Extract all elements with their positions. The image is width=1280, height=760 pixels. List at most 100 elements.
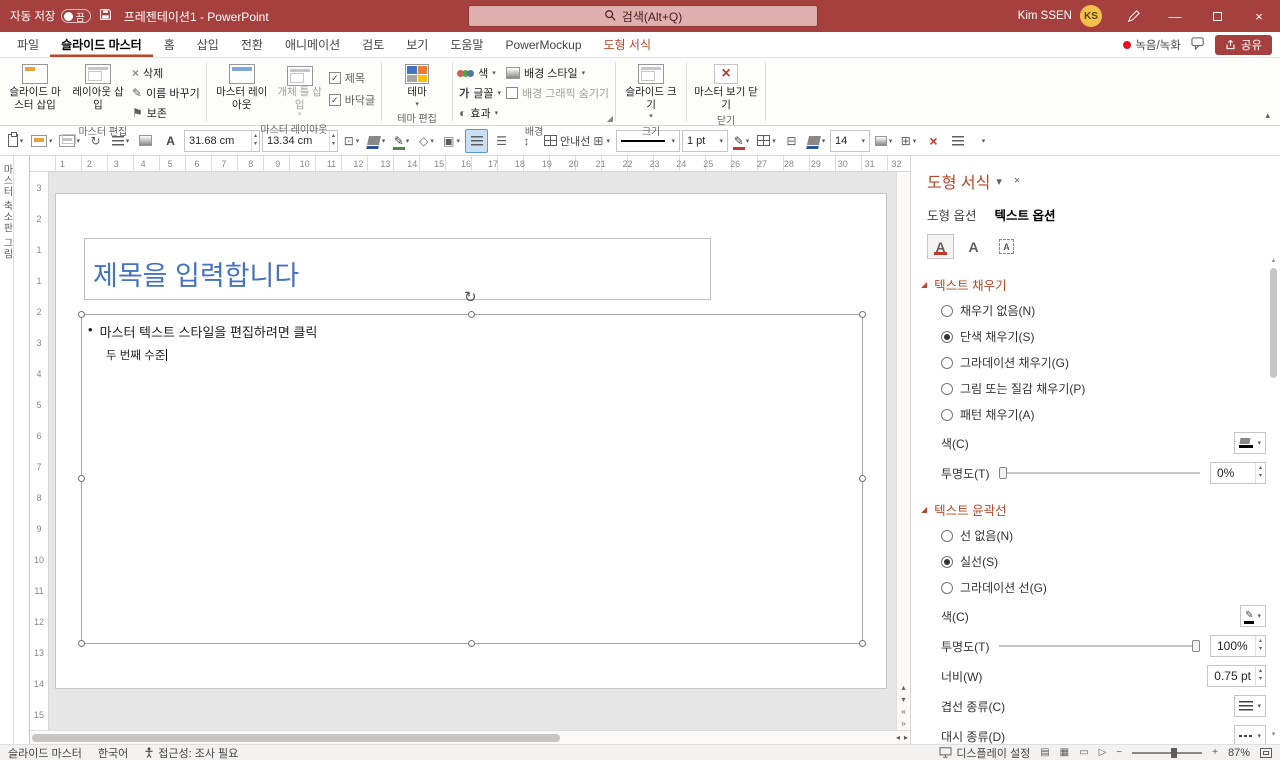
- outline-option-2[interactable]: 그라데이션 선(G): [941, 579, 1280, 596]
- outline-transparency-slider[interactable]: [999, 635, 1200, 657]
- hide-background-graphics-checkbox[interactable]: 배경 그래픽 숨기기: [505, 84, 609, 102]
- ribbon-tab-home[interactable]: 홈: [153, 32, 186, 57]
- footer-checkbox[interactable]: ✓ 바닥글: [328, 92, 375, 108]
- outline-option-0[interactable]: 선 없음(N): [941, 527, 1280, 544]
- ribbon-tab-view[interactable]: 보기: [395, 32, 439, 57]
- previous-slide-button[interactable]: «: [901, 707, 905, 716]
- handle-top-center[interactable]: [468, 311, 475, 318]
- preserve-button[interactable]: ⚑ 보존: [132, 104, 200, 122]
- shading-button[interactable]: ▾: [872, 129, 895, 153]
- handle-bottom-right[interactable]: [859, 640, 866, 647]
- normal-view-button[interactable]: ▤: [1040, 747, 1049, 758]
- fill-option-1[interactable]: 단색 채우기(S): [941, 328, 1280, 345]
- vertical-scrollbar[interactable]: ▴ ▾ « »: [896, 172, 910, 730]
- pane-scrollbar[interactable]: ▴ ▾: [1268, 256, 1279, 738]
- fit-to-window-icon[interactable]: [1260, 747, 1272, 758]
- fill-option-0[interactable]: 채우기 없음(N): [941, 302, 1280, 319]
- pane-close-icon[interactable]: ×: [1008, 175, 1026, 187]
- fill-color-button[interactable]: ▾: [1234, 432, 1266, 454]
- handle-top-right[interactable]: [859, 311, 866, 318]
- vertical-ruler[interactable]: 3 2 1 1 2 3 4 5 6 7 8 9 10 11 12 13 14 15: [30, 172, 49, 730]
- minimize-button[interactable]: —: [1154, 0, 1196, 32]
- ribbon-tab-insert[interactable]: 삽입: [186, 32, 230, 57]
- section-text-outline[interactable]: ◢ 텍스트 윤곽선: [921, 500, 1280, 519]
- compound-type-dropdown[interactable]: ▾: [1234, 695, 1266, 717]
- outline-transparency-input[interactable]: 100% ▴ ▾: [1210, 635, 1266, 657]
- theme-colors-button[interactable]: 색 ▾: [457, 64, 501, 82]
- slide-canvas[interactable]: 제목을 입력합니다 • 마스터 텍스트 스타일을 편집하려면 클릭 두 번째 수…: [49, 172, 896, 730]
- fill-option-3[interactable]: 그림 또는 질감 채우기(P): [941, 380, 1280, 397]
- display-settings-button[interactable]: 디스플레이 설정: [939, 745, 1030, 760]
- ribbon-tab-powermockup[interactable]: PowerMockup: [494, 32, 592, 57]
- ribbon-tab-help[interactable]: 도움말: [439, 32, 494, 57]
- title-checkbox[interactable]: ✓ 제목: [328, 70, 375, 86]
- horizontal-ruler[interactable]: 1 2 3 4 5 6 7 8 9 10 11 12 13 14 15 16 17 18 19 20 21 22 23 24 2…: [30, 156, 910, 172]
- ribbon-tab-slide-master[interactable]: 슬라이드 마스터: [50, 32, 153, 57]
- section-text-fill[interactable]: ◢ 텍스트 채우기: [921, 275, 1280, 294]
- textbox-options-icon[interactable]: A: [993, 234, 1020, 259]
- share-button[interactable]: 공유: [1214, 34, 1272, 55]
- ribbon-tab-review[interactable]: 검토: [351, 32, 395, 57]
- pane-scrollbar-thumb[interactable]: [1270, 268, 1277, 378]
- next-slide-button[interactable]: »: [901, 719, 905, 728]
- delete-button[interactable]: × 삭제: [132, 64, 200, 82]
- pane-menu-icon[interactable]: ▾: [990, 175, 1008, 188]
- status-accessibility[interactable]: 접근성: 조사 필요: [144, 745, 238, 760]
- borders-button[interactable]: ⊞ ▾: [897, 129, 920, 153]
- ribbon-tab-transitions[interactable]: 전환: [230, 32, 274, 57]
- ribbon-tab-shape-format[interactable]: 도형 서식: [593, 32, 663, 57]
- tab-shape-options[interactable]: 도형 옵션: [927, 205, 976, 224]
- outline-width-stepper[interactable]: ▴ ▾: [1254, 666, 1265, 686]
- slide-size-button[interactable]: 슬라이드 크기 ▾: [622, 62, 680, 122]
- toolbar-overflow-button[interactable]: ▾: [972, 129, 995, 153]
- horizontal-scrollbar[interactable]: ◂ ▸: [30, 730, 910, 744]
- handle-middle-left[interactable]: [78, 475, 85, 482]
- master-layout-button[interactable]: 마스터 레이아웃: [213, 62, 271, 111]
- background-styles-button[interactable]: 배경 스타일 ▾: [505, 64, 609, 82]
- fill-option-4[interactable]: 패턴 채우기(A): [941, 406, 1280, 423]
- theme-fonts-button[interactable]: 가 글꼴 ▾: [459, 84, 501, 102]
- outline-transpar-stepper[interactable]: ▴ ▾: [1254, 636, 1265, 656]
- handle-bottom-left[interactable]: [78, 640, 85, 647]
- body-placeholder[interactable]: • 마스터 텍스트 스타일을 편집하려면 클릭 두 번째 수준 ↻: [78, 289, 866, 647]
- scroll-left-icon[interactable]: ◂: [896, 733, 900, 742]
- zoom-level[interactable]: 87%: [1228, 747, 1250, 759]
- tab-text-options[interactable]: 텍스트 옵션: [994, 205, 1055, 224]
- pane-scroll-down-icon[interactable]: ▾: [1272, 730, 1276, 738]
- insert-placeholder-button[interactable]: 개체 틀 삽입 ▾: [276, 62, 324, 120]
- handle-top-left[interactable]: [78, 311, 85, 318]
- save-icon[interactable]: [99, 8, 112, 24]
- pen-mode-icon[interactable]: [1112, 0, 1154, 32]
- fill-transparency-input[interactable]: 0% ▴ ▾: [1210, 462, 1266, 484]
- pane-scroll-up-icon[interactable]: ▴: [1272, 256, 1276, 264]
- slideshow-button[interactable]: ▷: [1099, 747, 1107, 758]
- fill-option-2[interactable]: 그라데이션 채우기(G): [941, 354, 1280, 371]
- comments-icon[interactable]: [1191, 36, 1205, 53]
- rotate-handle[interactable]: ↻: [464, 288, 477, 306]
- distribute-button[interactable]: [947, 129, 970, 153]
- line-weight-dropdown[interactable]: 1 pt ▾: [681, 129, 728, 152]
- collapse-ribbon-icon[interactable]: ▴: [1255, 110, 1280, 125]
- font-size-dropdown[interactable]: 14 ▾: [829, 129, 870, 152]
- ribbon-tab-file[interactable]: 파일: [6, 32, 50, 57]
- slide[interactable]: 제목을 입력합니다 • 마스터 텍스트 스타일을 편집하려면 클릭 두 번째 수…: [56, 194, 886, 688]
- record-button[interactable]: 녹음/녹화: [1123, 37, 1181, 53]
- status-language[interactable]: 한국어: [98, 745, 128, 760]
- pen-color-button[interactable]: ✎ ▾: [730, 129, 753, 153]
- delete-rows-button[interactable]: ×: [922, 129, 945, 153]
- autosave-toggle[interactable]: 끔: [60, 9, 91, 24]
- close-master-view-button[interactable]: × 마스터 보기 닫기: [693, 62, 759, 111]
- outline-width-input[interactable]: 0.75 pt ▴ ▾: [1207, 665, 1266, 687]
- thumbnails-pane-collapsed[interactable]: 마스터 축소판 그림: [0, 156, 14, 744]
- horizontal-scrollbar-thumb[interactable]: [32, 734, 560, 742]
- scroll-up-icon[interactable]: ▴: [901, 683, 905, 692]
- theme-effects-button[interactable]: ◐ 효과 ▾: [459, 104, 501, 122]
- zoom-slider[interactable]: [1132, 747, 1203, 758]
- handle-middle-right[interactable]: [859, 475, 866, 482]
- draw-table-button[interactable]: ▾: [755, 129, 778, 153]
- zoom-out-button[interactable]: −: [1116, 747, 1122, 758]
- shape-effects-button[interactable]: ◇ ▾: [415, 129, 438, 153]
- insert-layout-button[interactable]: 레이아웃 삽입: [69, 62, 127, 111]
- outline-transparency-knob[interactable]: [1192, 640, 1200, 652]
- background-dialog-launcher-icon[interactable]: ◢: [607, 114, 613, 123]
